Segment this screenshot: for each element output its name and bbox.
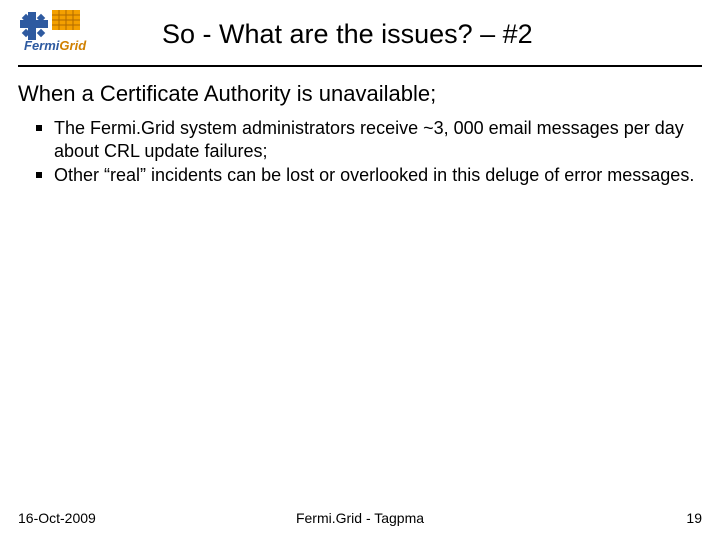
bullet-list: The Fermi.Grid system administrators rec… [34, 117, 702, 187]
footer-center: Fermi.Grid - Tagpma [18, 510, 702, 526]
svg-text:FermiGrid: FermiGrid [24, 38, 87, 53]
divider [18, 65, 702, 67]
footer-page-number: 19 [686, 510, 702, 526]
slide-subhead: When a Certificate Authority is unavaila… [18, 81, 702, 107]
slide: FermiGrid So - What are the issues? – #2… [0, 0, 720, 540]
list-item: Other “real” incidents can be lost or ov… [34, 164, 702, 187]
footer-date: 16-Oct-2009 [18, 510, 96, 526]
slide-header: FermiGrid So - What are the issues? – #2 [18, 10, 702, 59]
slide-footer: 16-Oct-2009 Fermi.Grid - Tagpma 19 [18, 510, 702, 526]
fermigrid-logo-icon: FermiGrid [18, 10, 148, 59]
slide-title: So - What are the issues? – #2 [162, 19, 533, 50]
list-item: The Fermi.Grid system administrators rec… [34, 117, 702, 162]
